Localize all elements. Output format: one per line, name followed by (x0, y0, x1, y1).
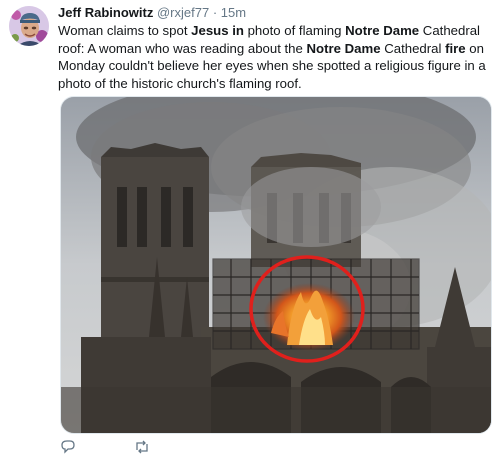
tweet-actions (58, 440, 490, 454)
tweet-text-highlight: fire (445, 40, 466, 56)
tweet-text-highlight: Notre Dame (345, 23, 420, 38)
tweet-text-segment: Woman claims to spot (58, 23, 192, 38)
user-avatar-image (9, 6, 49, 46)
tweet-photo[interactable] (60, 96, 492, 434)
tweet-text: Woman claims to spot Jesus in photo of f… (58, 22, 490, 92)
author-name[interactable]: Jeff Rabinowitz (58, 5, 153, 20)
retweet-icon (136, 440, 148, 454)
reply-icon (61, 440, 75, 454)
tweet-text-highlight: Jesus in (191, 23, 244, 38)
tweet-timestamp[interactable]: 15m (221, 5, 246, 20)
author-handle[interactable]: @rxjef77 (157, 5, 209, 20)
tweet-text-segment: photo of flaming (243, 23, 346, 38)
reply-button[interactable] (60, 440, 76, 454)
retweet-button[interactable] (134, 440, 150, 454)
tweet-text-highlight: Notre Dame (306, 40, 381, 56)
avatar[interactable] (9, 6, 49, 46)
tweet-header: Jeff Rabinowitz @rxjef77 · 15m (58, 4, 490, 21)
cathedral-fire-photo (61, 97, 491, 433)
tweet-text-segment: Cathedral (380, 40, 446, 56)
fire (263, 283, 355, 351)
tweet-card[interactable]: Jeff Rabinowitz @rxjef77 · 15m Woman cla… (0, 0, 500, 454)
tweet-content: Jeff Rabinowitz @rxjef77 · 15m Woman cla… (58, 4, 490, 92)
separator-dot: · (212, 5, 218, 20)
